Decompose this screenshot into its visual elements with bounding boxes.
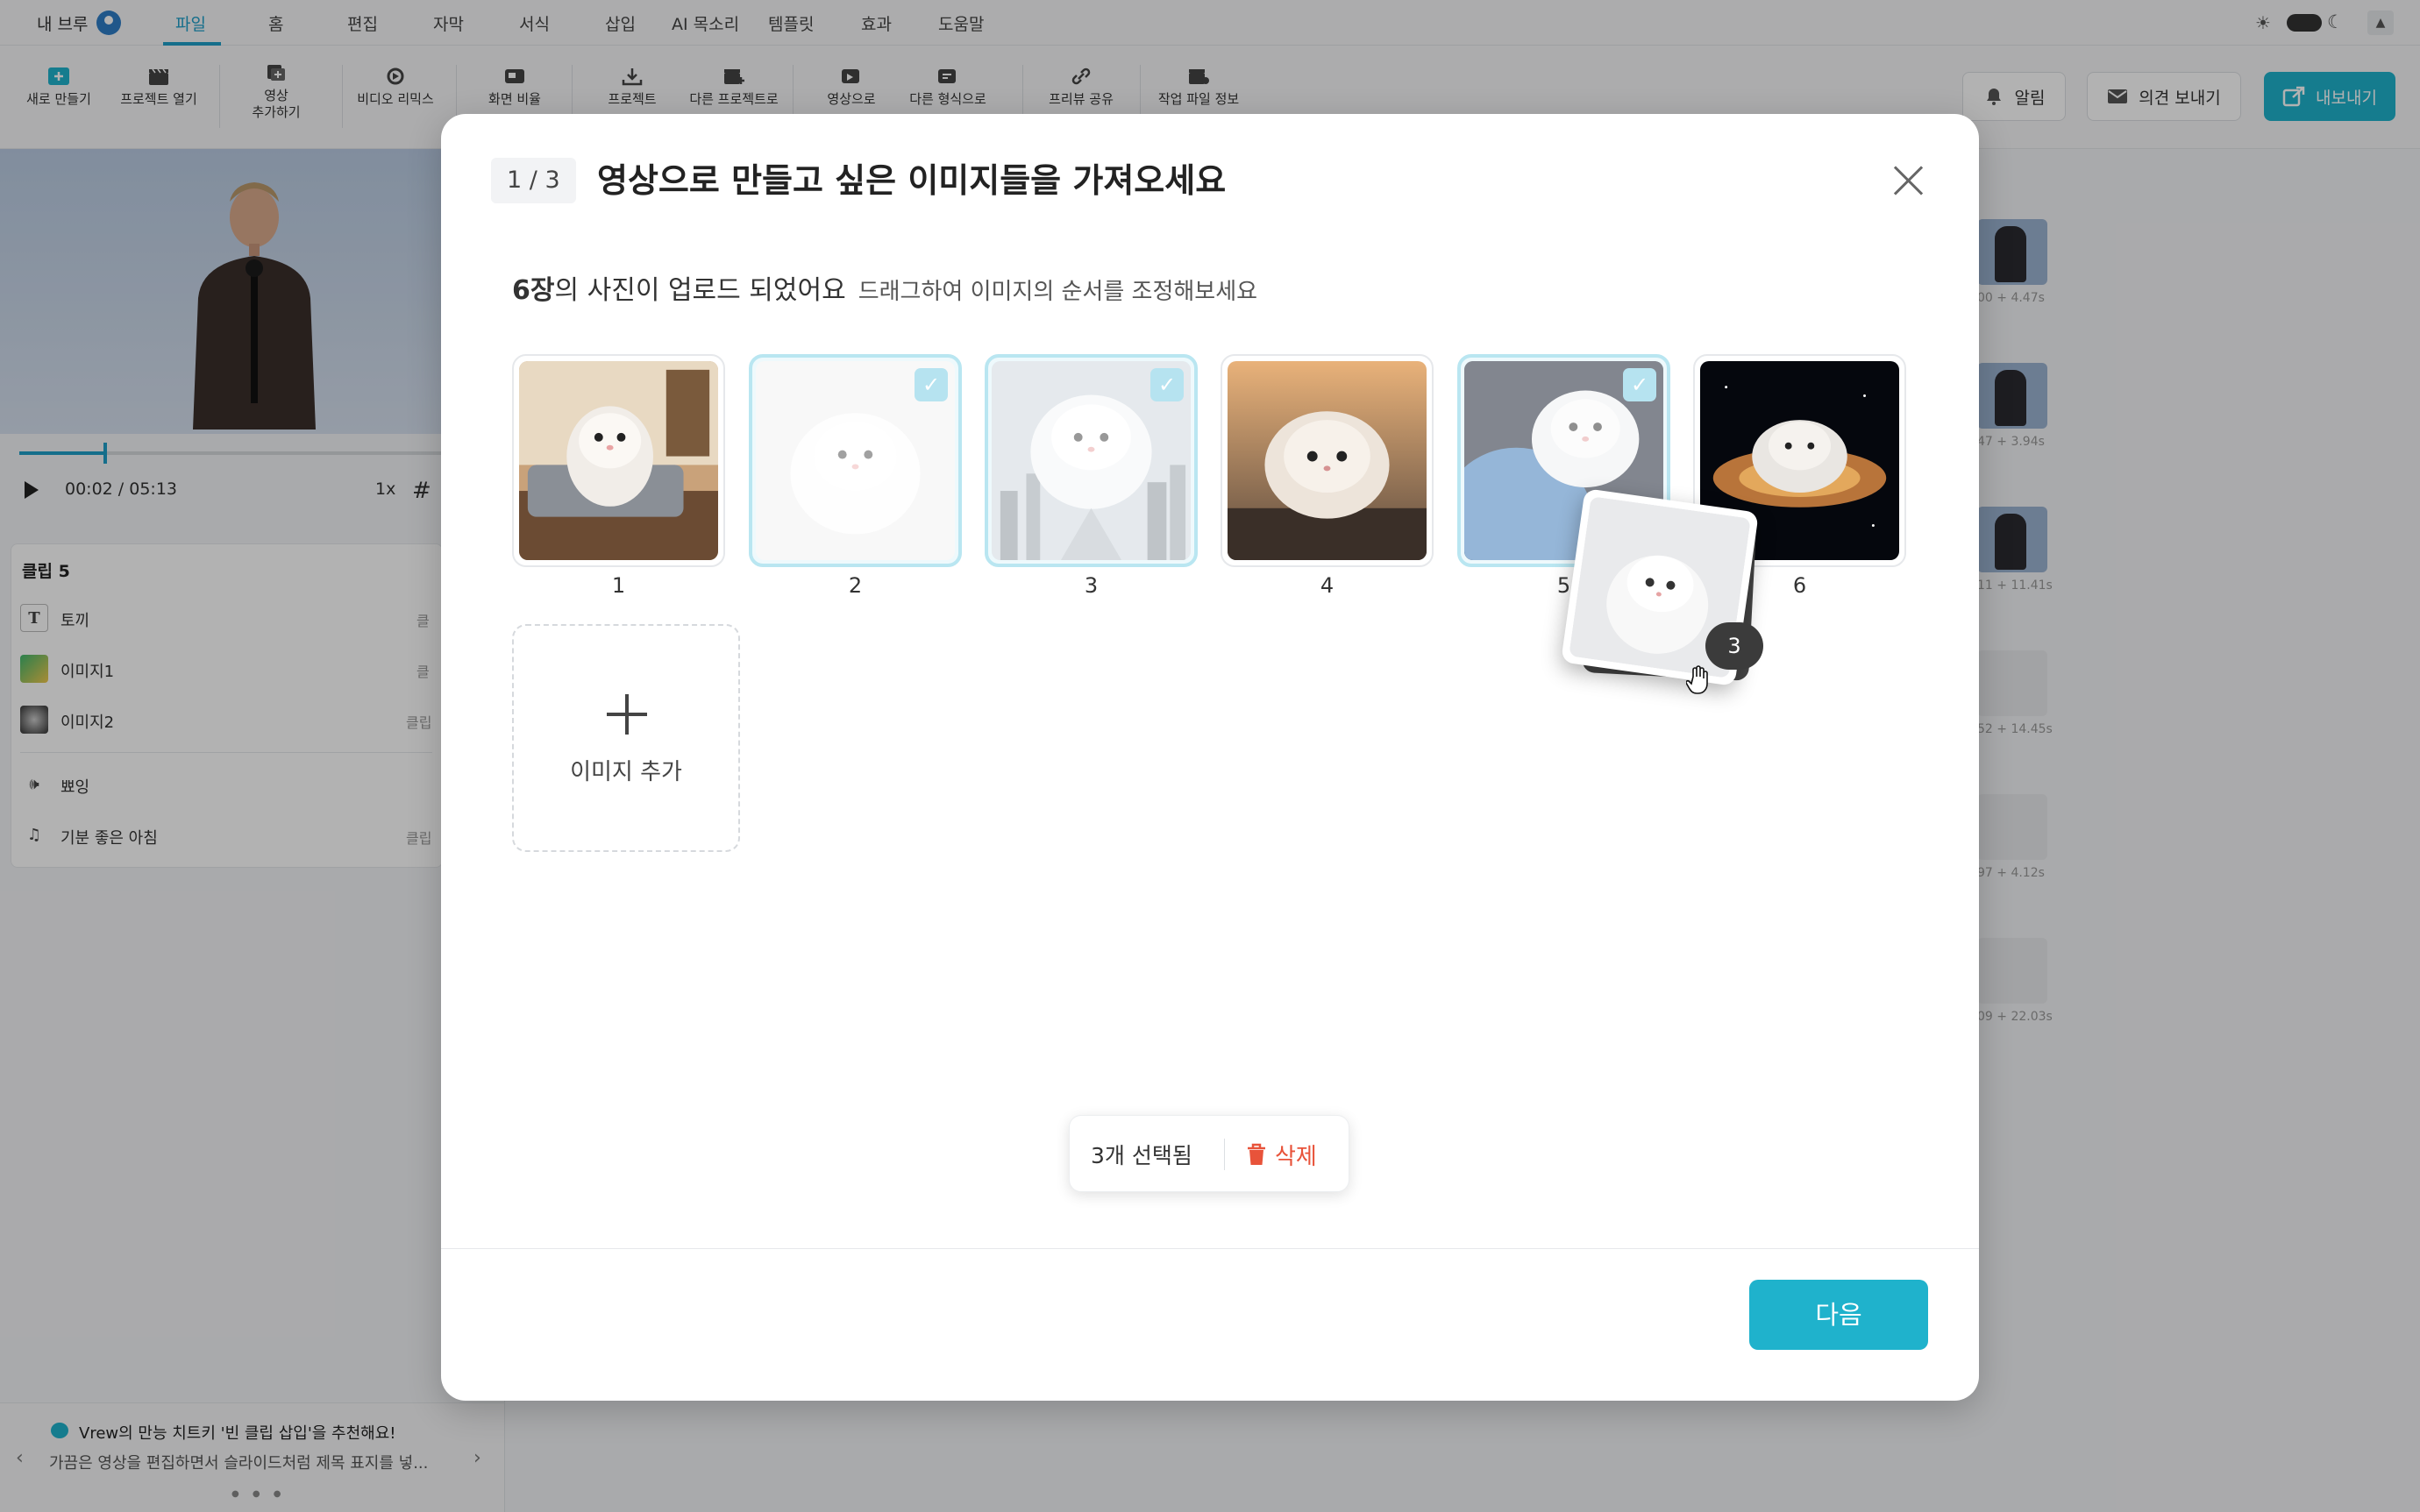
modal-footer-divider	[441, 1248, 1979, 1249]
selection-toolbar: 3개 선택됨 삭제	[1069, 1115, 1349, 1192]
drag-count-badge: 3	[1705, 622, 1763, 670]
add-image-button[interactable]: 이미지 추가	[512, 624, 740, 852]
plus-icon	[607, 694, 647, 735]
image-number: 1	[611, 573, 626, 598]
image-card[interactable]	[512, 354, 725, 567]
next-button[interactable]: 다음	[1749, 1280, 1928, 1350]
selection-divider	[1224, 1139, 1225, 1170]
reorder-hint: 드래그하여 이미지의 순서를 조정해보세요	[858, 279, 1258, 305]
modal-title: 영상으로 만들고 싶은 이미지들을 가져오세요	[597, 161, 1227, 200]
checkmark-icon[interactable]: ✓	[915, 368, 948, 401]
image-number: 2	[848, 573, 863, 598]
delete-button[interactable]: 삭제	[1245, 1135, 1317, 1174]
image-card-selected[interactable]: ✓	[749, 354, 962, 567]
checkmark-icon[interactable]: ✓	[1623, 368, 1656, 401]
hamster-sunset-city-image	[1228, 361, 1427, 560]
upload-count: 6장	[512, 275, 555, 306]
delete-label: 삭제	[1275, 1143, 1317, 1170]
upload-summary: 6장의 사진이 업로드 되었어요 드래그하여 이미지의 순서를 조정해보세요	[512, 268, 1257, 307]
add-image-label: 이미지 추가	[570, 759, 682, 785]
upload-count-text: 의 사진이 업로드 되었어요	[554, 275, 846, 306]
image-card[interactable]	[1221, 354, 1434, 567]
grab-cursor-icon	[1686, 665, 1708, 694]
image-card-selected[interactable]: ✓	[985, 354, 1198, 567]
image-number: 3	[1084, 573, 1099, 598]
close-icon[interactable]	[1888, 160, 1930, 202]
image-upload-modal: 1 / 3 영상으로 만들고 싶은 이미지들을 가져오세요 6장의 사진이 업로…	[441, 114, 1979, 1401]
hamster-living-room-image	[519, 361, 718, 560]
step-indicator: 1 / 3	[491, 158, 576, 203]
trash-icon	[1248, 1143, 1265, 1165]
selected-count: 3개 선택됨	[1091, 1143, 1192, 1168]
checkmark-icon[interactable]: ✓	[1150, 368, 1184, 401]
image-number: 4	[1320, 573, 1335, 598]
